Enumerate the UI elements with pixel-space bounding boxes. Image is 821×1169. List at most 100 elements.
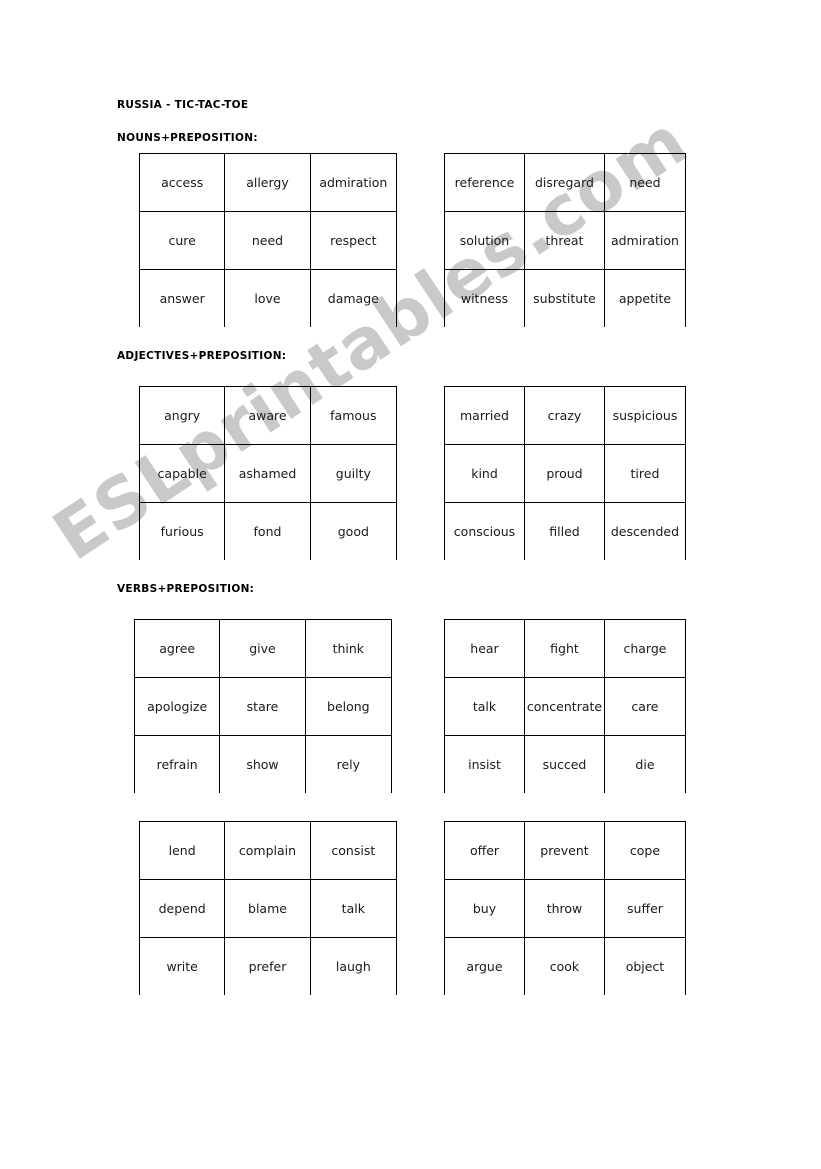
grid-cell[interactable]: refrain: [135, 736, 221, 793]
grid-cell[interactable]: famous: [311, 387, 396, 444]
grid-cell[interactable]: crazy: [525, 387, 605, 444]
grid-cell[interactable]: prevent: [525, 822, 605, 879]
grid-cell[interactable]: lend: [140, 822, 226, 879]
grid-row: witness substitute appetite: [445, 270, 685, 327]
grid-row: agree give think: [135, 620, 391, 678]
grid-cell[interactable]: depend: [140, 880, 226, 937]
grid-cell[interactable]: object: [605, 938, 685, 995]
grid-cell[interactable]: agree: [135, 620, 221, 677]
grid-cell[interactable]: think: [306, 620, 391, 677]
grid-cell[interactable]: access: [140, 154, 226, 211]
grid-cell[interactable]: hear: [445, 620, 525, 677]
grid-cell[interactable]: disregard: [525, 154, 605, 211]
grid-cell[interactable]: fight: [525, 620, 605, 677]
grid-cell[interactable]: descended: [605, 503, 685, 560]
grid-cell[interactable]: need: [225, 212, 311, 269]
grid-cell[interactable]: show: [220, 736, 306, 793]
grid-cell[interactable]: complain: [225, 822, 311, 879]
grid-cell[interactable]: insist: [445, 736, 525, 793]
grid-row: angry aware famous: [140, 387, 396, 445]
adjectives-grid-2[interactable]: married crazy suspicious kind proud tired cons…: [444, 386, 686, 560]
grid-cell[interactable]: appetite: [605, 270, 685, 327]
grid-cell[interactable]: charge: [605, 620, 685, 677]
grid-cell[interactable]: fond: [225, 503, 311, 560]
grid-row: hear fight charge: [445, 620, 685, 678]
grid-row: insist succed die: [445, 736, 685, 793]
verbs-grid-1[interactable]: agree give think apologize stare belong refrai…: [134, 619, 392, 793]
grid-cell[interactable]: substitute: [525, 270, 605, 327]
grid-cell[interactable]: threat: [525, 212, 605, 269]
grid-row: access allergy admiration: [140, 154, 396, 212]
grid-row: kind proud tired: [445, 445, 685, 503]
grid-row: capable ashamed guilty: [140, 445, 396, 503]
grid-cell[interactable]: witness: [445, 270, 525, 327]
grid-cell[interactable]: respect: [311, 212, 396, 269]
grid-cell[interactable]: concentrate: [525, 678, 605, 735]
grid-cell[interactable]: good: [311, 503, 396, 560]
grid-cell[interactable]: tired: [605, 445, 685, 502]
grid-cell[interactable]: filled: [525, 503, 605, 560]
grid-cell[interactable]: furious: [140, 503, 226, 560]
grid-cell[interactable]: guilty: [311, 445, 396, 502]
grid-cell[interactable]: damage: [311, 270, 396, 327]
grid-cell[interactable]: consist: [311, 822, 396, 879]
grid-row: refrain show rely: [135, 736, 391, 793]
grid-cell[interactable]: need: [605, 154, 685, 211]
grid-cell[interactable]: ashamed: [225, 445, 311, 502]
grid-row: reference disregard need: [445, 154, 685, 212]
grid-cell[interactable]: conscious: [445, 503, 525, 560]
grid-cell[interactable]: kind: [445, 445, 525, 502]
grid-cell[interactable]: angry: [140, 387, 226, 444]
worksheet-page: ESLprintables.com RUSSIA - TIC-TAC-TOE N…: [0, 0, 821, 1169]
grid-cell[interactable]: offer: [445, 822, 525, 879]
grid-cell[interactable]: die: [605, 736, 685, 793]
grid-cell[interactable]: cook: [525, 938, 605, 995]
grid-cell[interactable]: love: [225, 270, 311, 327]
grid-cell[interactable]: capable: [140, 445, 226, 502]
grid-cell[interactable]: write: [140, 938, 226, 995]
grid-row: depend blame talk: [140, 880, 396, 938]
nouns-grid-1[interactable]: access allergy admiration cure need respect an…: [139, 153, 397, 327]
grid-cell[interactable]: cure: [140, 212, 226, 269]
grid-row: furious fond good: [140, 503, 396, 560]
grid-cell[interactable]: suffer: [605, 880, 685, 937]
grid-cell[interactable]: answer: [140, 270, 226, 327]
grid-row: apologize stare belong: [135, 678, 391, 736]
grid-cell[interactable]: give: [220, 620, 306, 677]
grid-cell[interactable]: married: [445, 387, 525, 444]
grid-cell[interactable]: prefer: [225, 938, 311, 995]
grid-cell[interactable]: laugh: [311, 938, 396, 995]
grid-cell[interactable]: admiration: [311, 154, 396, 211]
grid-cell[interactable]: reference: [445, 154, 525, 211]
adjectives-grid-1[interactable]: angry aware famous capable ashamed guilty furi…: [139, 386, 397, 560]
grid-cell[interactable]: talk: [445, 678, 525, 735]
grid-row: married crazy suspicious: [445, 387, 685, 445]
grid-cell[interactable]: buy: [445, 880, 525, 937]
grid-cell[interactable]: apologize: [135, 678, 221, 735]
grid-cell[interactable]: care: [605, 678, 685, 735]
grid-cell[interactable]: suspicious: [605, 387, 685, 444]
grid-cell[interactable]: throw: [525, 880, 605, 937]
nouns-grid-2[interactable]: reference disregard need solution threat admi…: [444, 153, 686, 327]
grid-cell[interactable]: admiration: [605, 212, 685, 269]
grid-cell[interactable]: solution: [445, 212, 525, 269]
grid-row: talk concentrate care: [445, 678, 685, 736]
grid-row: cure need respect: [140, 212, 396, 270]
grid-cell[interactable]: cope: [605, 822, 685, 879]
grid-cell[interactable]: proud: [525, 445, 605, 502]
grid-cell[interactable]: talk: [311, 880, 396, 937]
grid-cell[interactable]: succed: [525, 736, 605, 793]
grid-cell[interactable]: allergy: [225, 154, 311, 211]
section-heading-adjectives: ADJECTIVES+PREPOSITION:: [117, 350, 287, 362]
worksheet-content: RUSSIA - TIC-TAC-TOE NOUNS+PREPOSITION: …: [0, 0, 821, 1169]
verbs-grid-3[interactable]: lend complain consist depend blame talk write p…: [139, 821, 397, 995]
verbs-grid-2[interactable]: hear fight charge talk concentrate care insist…: [444, 619, 686, 793]
verbs-grid-4[interactable]: offer prevent cope buy throw suffer argue cook o…: [444, 821, 686, 995]
grid-cell[interactable]: blame: [225, 880, 311, 937]
grid-cell[interactable]: rely: [306, 736, 391, 793]
grid-cell[interactable]: argue: [445, 938, 525, 995]
grid-row: write prefer laugh: [140, 938, 396, 995]
grid-cell[interactable]: belong: [306, 678, 391, 735]
grid-cell[interactable]: stare: [220, 678, 306, 735]
grid-cell[interactable]: aware: [225, 387, 311, 444]
